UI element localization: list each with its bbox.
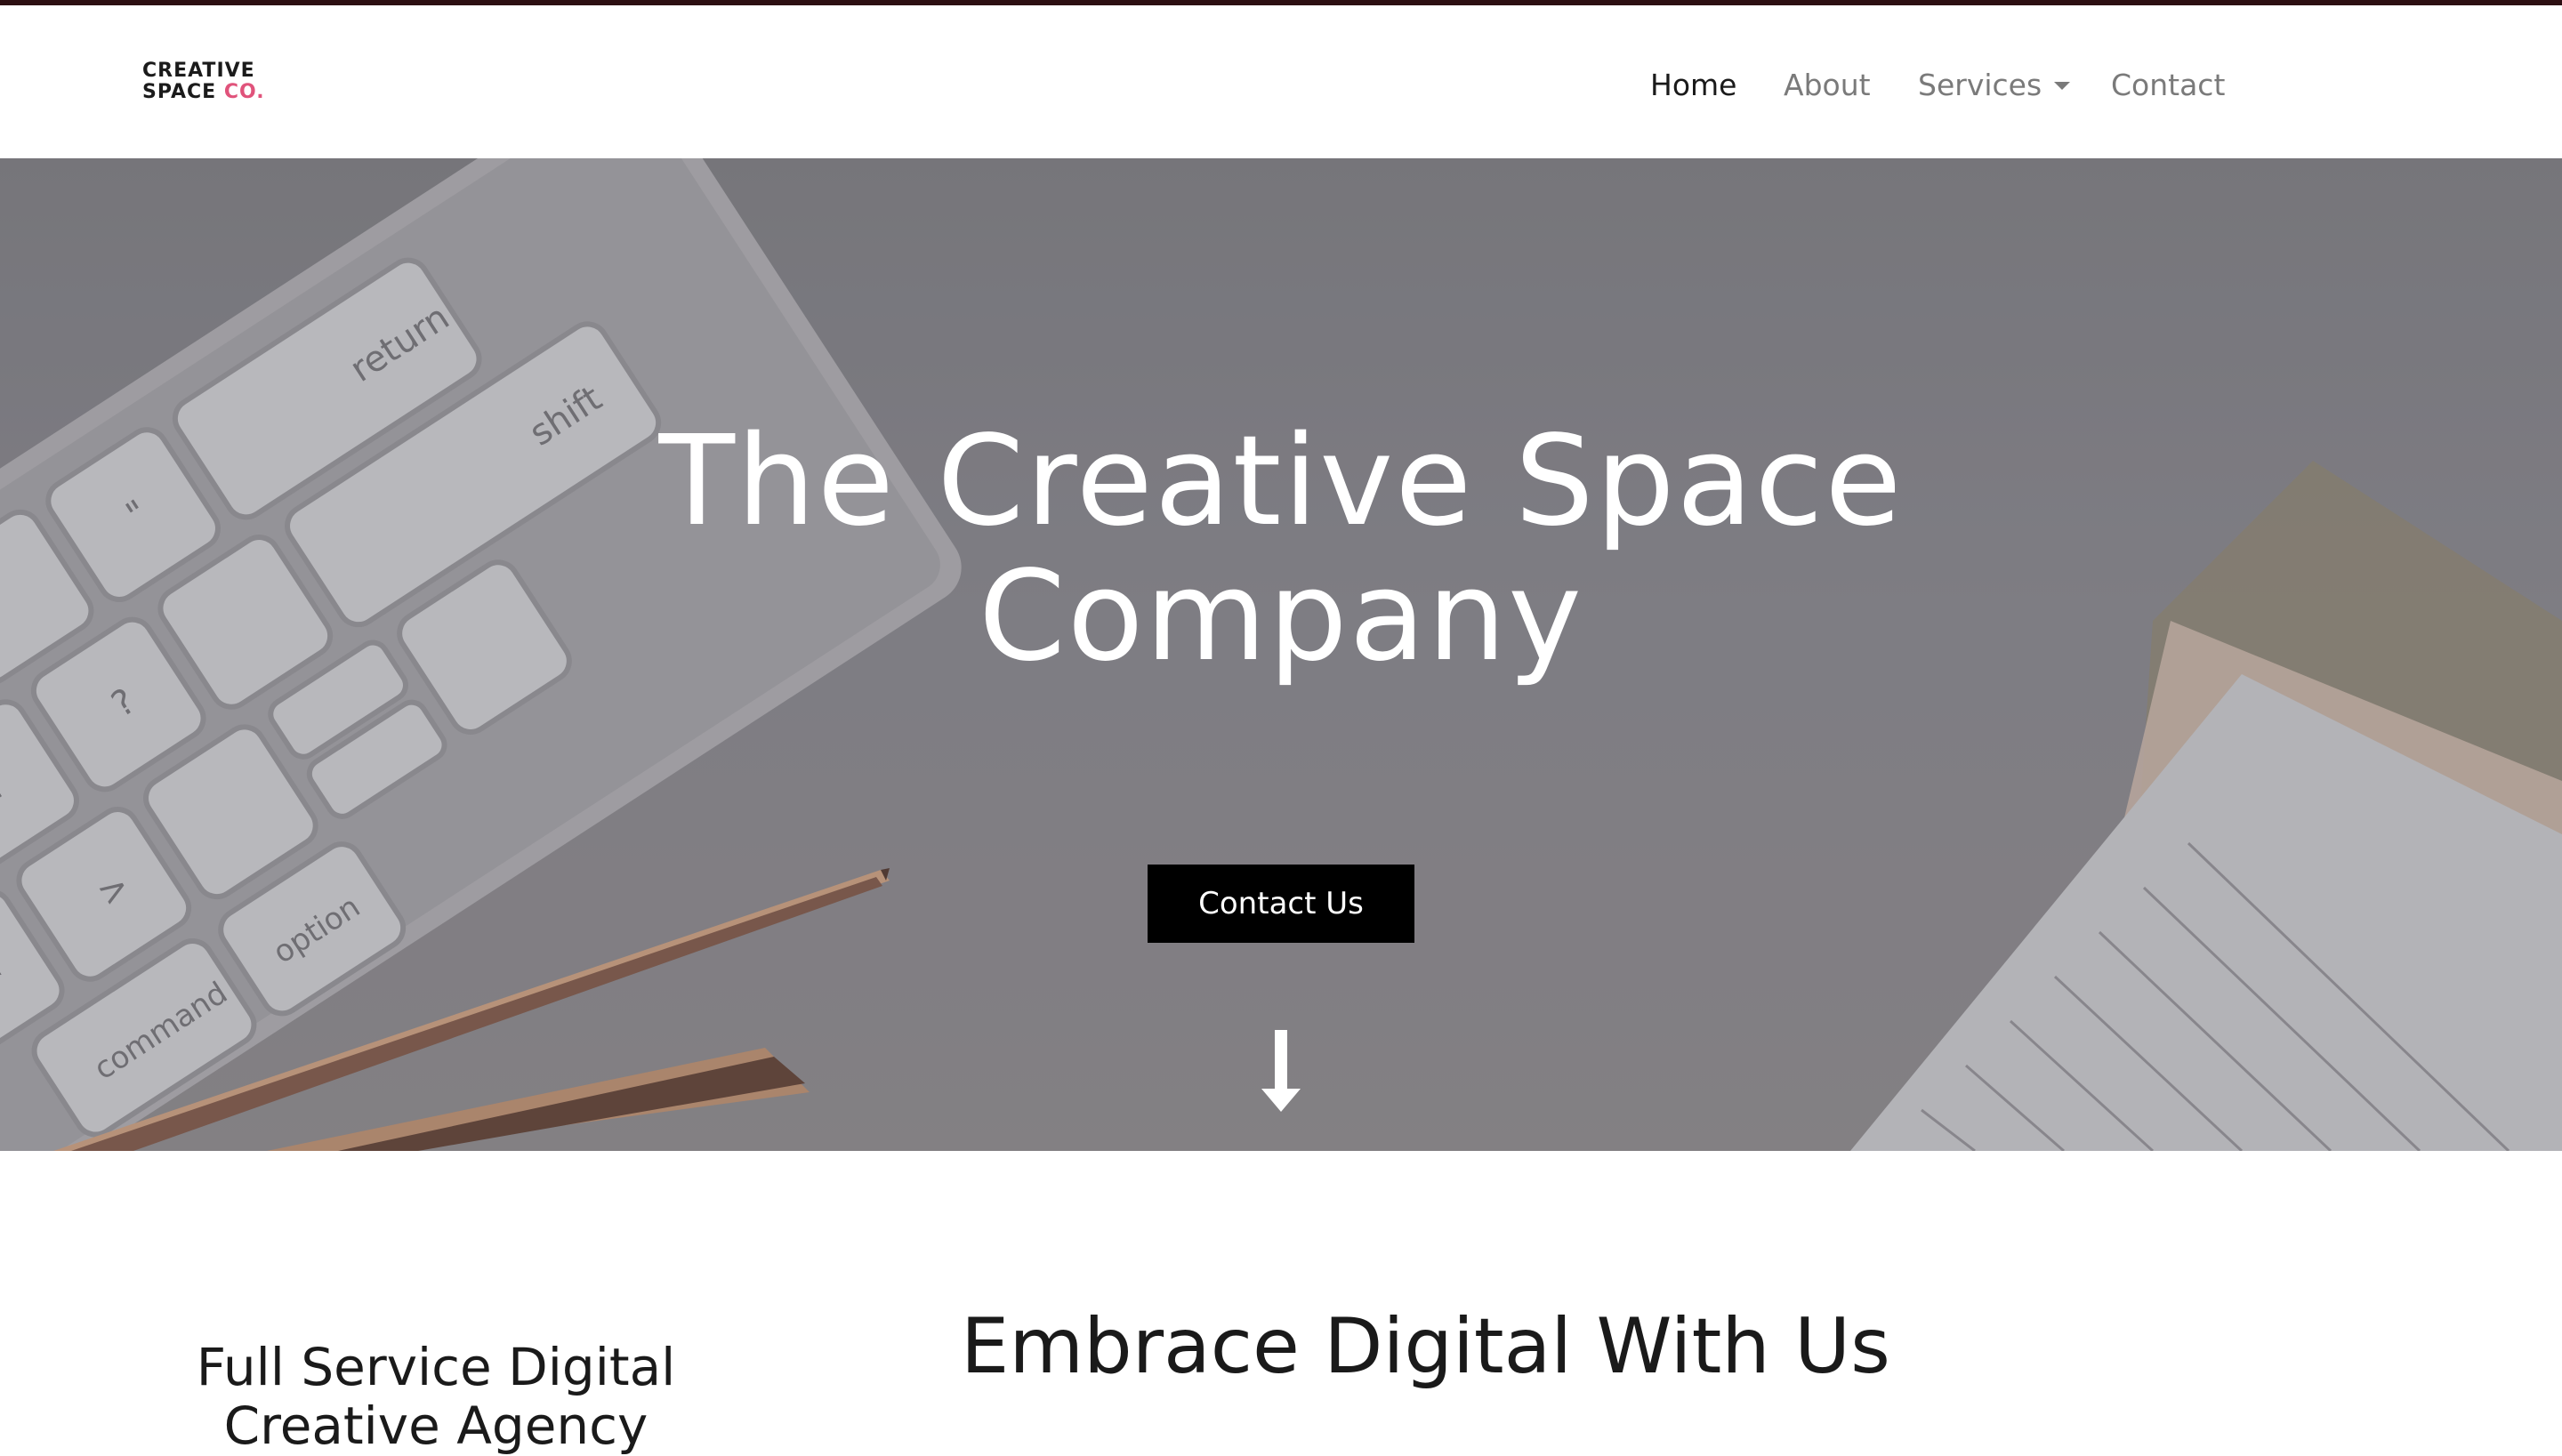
contact-us-button[interactable]: Contact Us — [1148, 865, 1414, 943]
logo-word-co: CO. — [223, 81, 265, 103]
section-heading: Embrace Digital With Us — [961, 1302, 1890, 1391]
navbar: CREATIVE SPACE CO. Home About Services C… — [0, 5, 2562, 158]
nav-contact[interactable]: Contact — [2111, 64, 2225, 107]
hero-section: P { " return L : ? shift < > command opt… — [0, 158, 2562, 1151]
arrow-down-icon[interactable] — [1261, 1030, 1301, 1112]
nav-services-dropdown[interactable]: Services — [1918, 64, 2071, 107]
intro-section: Full Service Digital Creative Agency Emb… — [0, 1151, 2562, 1455]
caret-down-icon — [2054, 82, 2071, 90]
nav-services-label: Services — [1918, 68, 2042, 102]
nav-about[interactable]: About — [1784, 64, 1871, 107]
brand-logo[interactable]: CREATIVE SPACE CO. — [142, 60, 265, 103]
logo-line-1: CREATIVE — [142, 60, 255, 82]
logo-line-2: SPACE CO. — [142, 82, 265, 103]
section-subheading: Full Service Digital Creative Agency — [196, 1337, 676, 1456]
nav-home[interactable]: Home — [1650, 64, 1736, 107]
hero-title: The Creative Space Company — [658, 409, 1904, 689]
logo-word-space: SPACE — [142, 81, 217, 103]
